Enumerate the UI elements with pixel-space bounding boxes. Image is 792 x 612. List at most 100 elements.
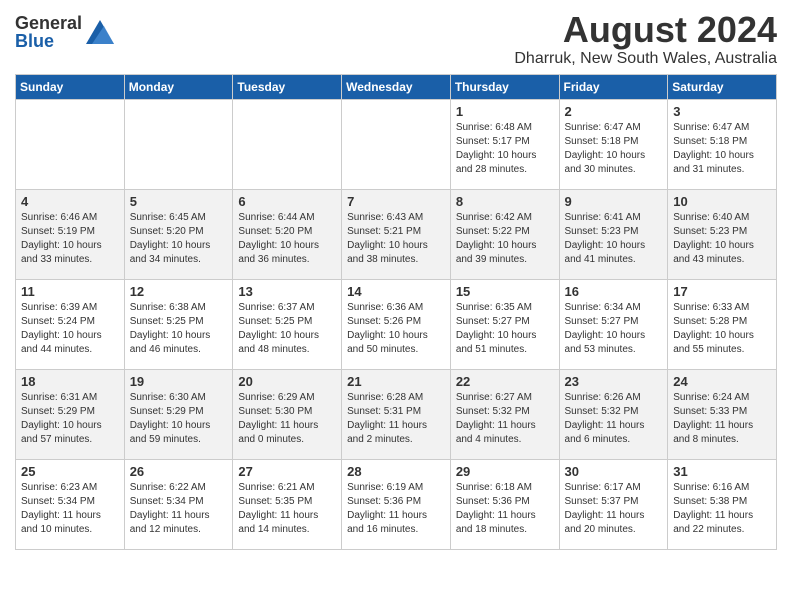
day-number: 28 xyxy=(347,464,446,479)
day-info: Sunrise: 6:39 AM Sunset: 5:24 PM Dayligh… xyxy=(21,301,120,357)
day-number: 31 xyxy=(673,464,772,479)
day-number: 11 xyxy=(21,284,120,299)
day-number: 15 xyxy=(456,284,555,299)
day-info: Sunrise: 6:29 AM Sunset: 5:30 PM Dayligh… xyxy=(238,391,337,447)
logo-icon xyxy=(86,16,114,44)
day-number: 27 xyxy=(238,464,337,479)
day-number: 10 xyxy=(673,194,772,209)
day-info: Sunrise: 6:44 AM Sunset: 5:20 PM Dayligh… xyxy=(238,211,337,267)
day-info: Sunrise: 6:19 AM Sunset: 5:36 PM Dayligh… xyxy=(347,481,446,537)
day-info: Sunrise: 6:47 AM Sunset: 5:18 PM Dayligh… xyxy=(673,121,772,177)
day-info: Sunrise: 6:23 AM Sunset: 5:34 PM Dayligh… xyxy=(21,481,120,537)
header-row: SundayMondayTuesdayWednesdayThursdayFrid… xyxy=(16,74,777,99)
calendar-cell: 13Sunrise: 6:37 AM Sunset: 5:25 PM Dayli… xyxy=(233,279,342,369)
day-number: 29 xyxy=(456,464,555,479)
day-info: Sunrise: 6:28 AM Sunset: 5:31 PM Dayligh… xyxy=(347,391,446,447)
header-cell-thursday: Thursday xyxy=(450,74,559,99)
calendar-cell: 22 Sunrise: 6:27 AM Sunset: 5:32 PM Dayli… xyxy=(450,369,559,459)
day-info: Sunrise: 6:30 AM Sunset: 5:29 PM Dayligh… xyxy=(130,391,229,447)
day-number: 13 xyxy=(238,284,337,299)
calendar-cell: 21 Sunrise: 6:28 AM Sunset: 5:31 PM Dayli… xyxy=(342,369,451,459)
calendar-cell: 19 Sunrise: 6:30 AM Sunset: 5:29 PM Dayli… xyxy=(124,369,233,459)
day-number: 23 xyxy=(565,374,664,389)
day-info: Sunrise: 6:43 AM Sunset: 5:21 PM Dayligh… xyxy=(347,211,446,267)
calendar-week-row: 18Sunrise: 6:31 AM Sunset: 5:29 PM Dayli… xyxy=(16,369,777,459)
title-section: August 2024 Dharruk, New South Wales, Au… xyxy=(514,10,777,68)
day-info: Sunrise: 6:24 AM Sunset: 5:33 PM Dayligh… xyxy=(673,391,772,447)
day-info: Sunrise: 6:16 AM Sunset: 5:38 PM Dayligh… xyxy=(673,481,772,537)
day-info: Sunrise: 6:47 AM Sunset: 5:18 PM Dayligh… xyxy=(565,121,664,177)
calendar-cell: 3Sunrise: 6:47 AM Sunset: 5:18 PM Daylig… xyxy=(668,99,777,189)
calendar-cell: 5Sunrise: 6:45 AM Sunset: 5:20 PM Daylig… xyxy=(124,189,233,279)
day-info: Sunrise: 6:22 AM Sunset: 5:34 PM Dayligh… xyxy=(130,481,229,537)
day-number: 8 xyxy=(456,194,555,209)
day-info: Sunrise: 6:33 AM Sunset: 5:28 PM Dayligh… xyxy=(673,301,772,357)
calendar-table: SundayMondayTuesdayWednesdayThursdayFrid… xyxy=(15,74,777,550)
day-number: 7 xyxy=(347,194,446,209)
day-number: 22 xyxy=(456,374,555,389)
calendar-cell: 9Sunrise: 6:41 AM Sunset: 5:23 PM Daylig… xyxy=(559,189,668,279)
header-cell-sunday: Sunday xyxy=(16,74,125,99)
calendar-cell: 27 Sunrise: 6:21 AM Sunset: 5:35 PM Dayli… xyxy=(233,459,342,549)
day-number: 6 xyxy=(238,194,337,209)
day-info: Sunrise: 6:42 AM Sunset: 5:22 PM Dayligh… xyxy=(456,211,555,267)
calendar-cell: 14 Sunrise: 6:36 AM Sunset: 5:26 PM Dayli… xyxy=(342,279,451,369)
calendar-cell: 25 Sunrise: 6:23 AM Sunset: 5:34 PM Dayli… xyxy=(16,459,125,549)
day-info: Sunrise: 6:48 AM Sunset: 5:17 PM Dayligh… xyxy=(456,121,555,177)
calendar-cell: 28 Sunrise: 6:19 AM Sunset: 5:36 PM Dayli… xyxy=(342,459,451,549)
day-number: 9 xyxy=(565,194,664,209)
logo-blue-text: Blue xyxy=(15,32,82,50)
calendar-week-row: 11 Sunrise: 6:39 AM Sunset: 5:24 PM Dayli… xyxy=(16,279,777,369)
calendar-cell: 24 Sunrise: 6:24 AM Sunset: 5:33 PM Dayli… xyxy=(668,369,777,459)
day-info: Sunrise: 6:34 AM Sunset: 5:27 PM Dayligh… xyxy=(565,301,664,357)
day-number: 2 xyxy=(565,104,664,119)
day-info: Sunrise: 6:45 AM Sunset: 5:20 PM Dayligh… xyxy=(130,211,229,267)
calendar-cell: 20 Sunrise: 6:29 AM Sunset: 5:30 PM Dayli… xyxy=(233,369,342,459)
day-info: Sunrise: 6:21 AM Sunset: 5:35 PM Dayligh… xyxy=(238,481,337,537)
calendar-week-row: 25 Sunrise: 6:23 AM Sunset: 5:34 PM Dayli… xyxy=(16,459,777,549)
day-info: Sunrise: 6:36 AM Sunset: 5:26 PM Dayligh… xyxy=(347,301,446,357)
day-number: 14 xyxy=(347,284,446,299)
day-number: 1 xyxy=(456,104,555,119)
day-info: Sunrise: 6:18 AM Sunset: 5:36 PM Dayligh… xyxy=(456,481,555,537)
calendar-cell: 16 Sunrise: 6:34 AM Sunset: 5:27 PM Dayli… xyxy=(559,279,668,369)
day-info: Sunrise: 6:17 AM Sunset: 5:37 PM Dayligh… xyxy=(565,481,664,537)
day-number: 25 xyxy=(21,464,120,479)
calendar-cell xyxy=(16,99,125,189)
day-number: 12 xyxy=(130,284,229,299)
day-number: 17 xyxy=(673,284,772,299)
calendar-cell xyxy=(124,99,233,189)
calendar-cell: 18Sunrise: 6:31 AM Sunset: 5:29 PM Dayli… xyxy=(16,369,125,459)
day-info: Sunrise: 6:35 AM Sunset: 5:27 PM Dayligh… xyxy=(456,301,555,357)
calendar-header: SundayMondayTuesdayWednesdayThursdayFrid… xyxy=(16,74,777,99)
calendar-cell: 4Sunrise: 6:46 AM Sunset: 5:19 PM Daylig… xyxy=(16,189,125,279)
calendar-cell: 15 Sunrise: 6:35 AM Sunset: 5:27 PM Dayli… xyxy=(450,279,559,369)
calendar-cell: 29 Sunrise: 6:18 AM Sunset: 5:36 PM Dayli… xyxy=(450,459,559,549)
day-number: 16 xyxy=(565,284,664,299)
calendar-cell: 10 Sunrise: 6:40 AM Sunset: 5:23 PM Dayli… xyxy=(668,189,777,279)
day-number: 21 xyxy=(347,374,446,389)
day-info: Sunrise: 6:26 AM Sunset: 5:32 PM Dayligh… xyxy=(565,391,664,447)
header-cell-friday: Friday xyxy=(559,74,668,99)
day-info: Sunrise: 6:27 AM Sunset: 5:32 PM Dayligh… xyxy=(456,391,555,447)
day-info: Sunrise: 6:31 AM Sunset: 5:29 PM Dayligh… xyxy=(21,391,120,447)
day-number: 20 xyxy=(238,374,337,389)
day-number: 19 xyxy=(130,374,229,389)
calendar-body: 1 Sunrise: 6:48 AM Sunset: 5:17 PM Daylig… xyxy=(16,99,777,549)
calendar-week-row: 1 Sunrise: 6:48 AM Sunset: 5:17 PM Daylig… xyxy=(16,99,777,189)
calendar-cell xyxy=(342,99,451,189)
location-subtitle: Dharruk, New South Wales, Australia xyxy=(514,50,777,68)
header-cell-wednesday: Wednesday xyxy=(342,74,451,99)
calendar-cell: 31 Sunrise: 6:16 AM Sunset: 5:38 PM Dayli… xyxy=(668,459,777,549)
day-number: 24 xyxy=(673,374,772,389)
calendar-cell: 26Sunrise: 6:22 AM Sunset: 5:34 PM Dayli… xyxy=(124,459,233,549)
header: General Blue August 2024 Dharruk, New So… xyxy=(15,10,777,68)
day-number: 4 xyxy=(21,194,120,209)
calendar-cell: 17 Sunrise: 6:33 AM Sunset: 5:28 PM Dayli… xyxy=(668,279,777,369)
month-year-title: August 2024 xyxy=(514,10,777,50)
calendar-cell xyxy=(233,99,342,189)
calendar-cell: 8 Sunrise: 6:42 AM Sunset: 5:22 PM Daylig… xyxy=(450,189,559,279)
header-cell-tuesday: Tuesday xyxy=(233,74,342,99)
calendar-cell: 1 Sunrise: 6:48 AM Sunset: 5:17 PM Daylig… xyxy=(450,99,559,189)
day-info: Sunrise: 6:40 AM Sunset: 5:23 PM Dayligh… xyxy=(673,211,772,267)
